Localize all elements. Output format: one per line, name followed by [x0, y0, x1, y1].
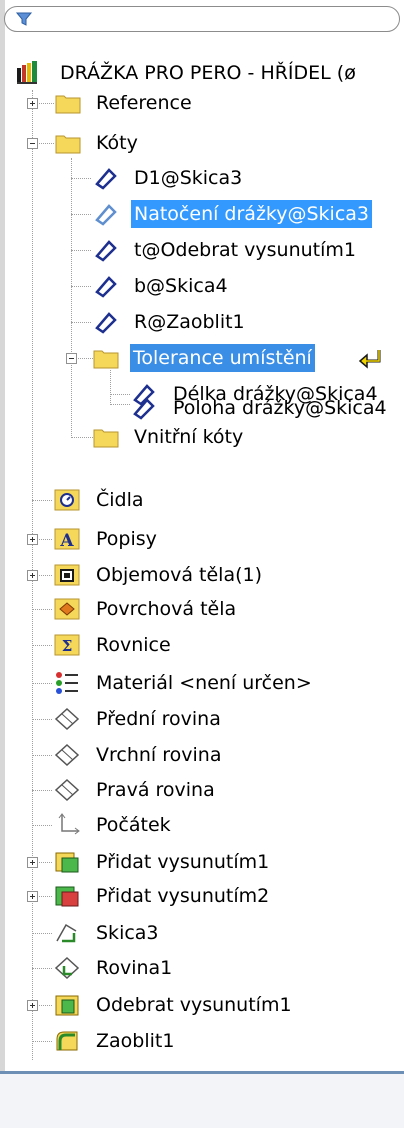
surface-bodies-icon	[54, 598, 80, 620]
tree-item-b[interactable]: b@Skica4	[131, 272, 231, 300]
tree-line	[110, 370, 111, 405]
tree-line	[71, 178, 91, 179]
plane-icon	[54, 707, 80, 731]
tree-line	[71, 214, 91, 215]
return-arrow-icon[interactable]	[357, 347, 387, 371]
expand-objemova[interactable]	[27, 570, 38, 581]
solid-bodies-icon	[54, 564, 80, 586]
tree-item-predni[interactable]: Přední rovina	[93, 705, 224, 733]
tree-item-prava[interactable]: Pravá rovina	[93, 776, 218, 804]
tree-item-natoceni[interactable]: Natočení drážky@Skica3	[131, 200, 373, 228]
tree-line	[71, 286, 91, 287]
dimension-icon	[95, 168, 117, 190]
tree-line	[32, 609, 52, 610]
folder-open-icon	[55, 135, 81, 154]
part-icon	[17, 61, 37, 84]
tree-item-poloha[interactable]: Poloha drážky@Skica4	[170, 394, 390, 422]
tree-item-t[interactable]: t@Odebrat vysunutím1	[131, 236, 359, 264]
tree-line	[71, 322, 91, 323]
tree-item-r[interactable]: R@Zaoblit1	[131, 308, 248, 336]
cut-extrude-icon	[55, 995, 79, 1016]
dimension-icon	[95, 312, 117, 334]
tree-item-reference[interactable]: Reference	[93, 89, 195, 117]
tree-item-tolerance[interactable]: Tolerance umístění	[130, 344, 315, 372]
boss-extrude-icon	[55, 886, 79, 907]
fillet-icon	[56, 1031, 78, 1051]
folder-icon	[55, 95, 81, 114]
tree-line	[32, 790, 52, 791]
dimension-icon	[95, 240, 117, 262]
tree-line	[110, 394, 130, 395]
tree-item-objemova[interactable]: Objemová těla(1)	[93, 561, 265, 589]
tree-item-koty[interactable]: Kóty	[93, 129, 141, 157]
bottom-pane	[0, 1074, 404, 1128]
dimension-icon	[95, 204, 117, 226]
tree-item-material[interactable]: Materiál <není určen>	[93, 669, 315, 697]
tree-item-rovina1[interactable]: Rovina1	[93, 954, 175, 982]
tree-item-pridat1[interactable]: Přidat vysunutím1	[93, 848, 272, 876]
tree-item-rovnice[interactable]: Rovnice	[93, 631, 174, 659]
sketch-icon	[56, 923, 77, 943]
tree-line	[32, 755, 52, 756]
origin-icon	[58, 813, 80, 835]
plane-icon	[54, 956, 80, 980]
tree-item-cidla[interactable]: Čidla	[93, 486, 147, 514]
folder-icon	[93, 350, 119, 369]
tree-item-skica3[interactable]: Skica3	[93, 919, 162, 947]
folder-icon	[93, 429, 119, 448]
svg-text:Σ: Σ	[62, 637, 73, 655]
tree-line	[71, 437, 93, 438]
collapse-koty[interactable]	[27, 138, 38, 149]
annotations-icon: A	[54, 528, 80, 551]
expand-reference[interactable]	[27, 98, 38, 109]
tree-item-pridat2[interactable]: Přidat vysunutím2	[93, 882, 272, 910]
tree-item-odebrat1[interactable]: Odebrat vysunutím1	[93, 991, 295, 1019]
dimension-icon	[95, 276, 117, 298]
tree-line	[32, 719, 52, 720]
tree-line	[110, 404, 130, 405]
expand-popisy[interactable]	[27, 534, 38, 545]
tree-item-zaoblit1[interactable]: Zaoblit1	[93, 1027, 177, 1055]
tree-item-pocatek[interactable]: Počátek	[93, 811, 174, 839]
tree-line	[32, 933, 52, 934]
tree-line	[71, 250, 91, 251]
expand-pridat2[interactable]	[27, 891, 38, 902]
tree-line	[32, 825, 52, 826]
tree-item-popisy[interactable]: Popisy	[93, 525, 160, 553]
tree-line	[32, 683, 52, 684]
collapse-tolerance[interactable]	[66, 353, 77, 364]
plane-icon	[54, 778, 80, 802]
expand-pridat1[interactable]	[27, 857, 38, 868]
tree-item-vrchni[interactable]: Vrchní rovina	[93, 741, 224, 769]
root-part-label[interactable]: DRÁŽKA PRO PERO - HŘÍDEL (ø	[57, 59, 359, 87]
svg-text:A: A	[59, 531, 74, 551]
tree-line	[32, 968, 52, 969]
tree-item-d1[interactable]: D1@Skica3	[131, 164, 245, 192]
dimension-icon	[133, 398, 155, 420]
equations-icon: Σ	[54, 634, 80, 656]
tree-item-povrchova[interactable]: Povrchová těla	[93, 595, 239, 623]
plane-icon	[54, 743, 80, 767]
tree-line	[32, 645, 52, 646]
material-icon	[56, 672, 78, 694]
boss-extrude-icon	[55, 852, 79, 873]
tree-item-vnitrni[interactable]: Vnitřní kóty	[131, 423, 246, 451]
expand-odebrat1[interactable]	[27, 1000, 38, 1011]
sensor-icon	[54, 489, 80, 511]
tree-line	[71, 158, 72, 438]
tree-line	[32, 500, 52, 501]
feature-tree: DRÁŽKA PRO PERO - HŘÍDEL (ø Reference Kó…	[0, 0, 404, 1070]
tree-line	[32, 1041, 52, 1042]
